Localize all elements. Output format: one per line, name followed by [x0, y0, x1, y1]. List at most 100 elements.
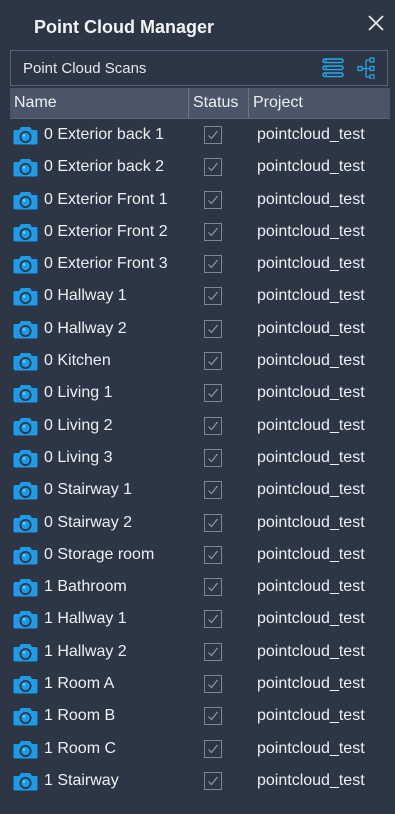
- checkbox-checked-icon[interactable]: [204, 578, 222, 597]
- camera-icon: [13, 706, 38, 726]
- scan-project: pointcloud_test: [257, 287, 365, 305]
- scan-name: 0 Exterior Front 2: [44, 222, 168, 240]
- column-header-name[interactable]: Name: [10, 88, 188, 118]
- table-row[interactable]: 1 Room B pointcloud_test: [10, 700, 390, 732]
- checkbox-checked-icon[interactable]: [204, 675, 222, 694]
- checkbox-checked-icon[interactable]: [204, 416, 222, 435]
- scan-name: 0 Living 1: [44, 384, 113, 402]
- scan-name: 0 Exterior Front 1: [44, 190, 168, 208]
- camera-icon: [13, 771, 38, 791]
- table-row[interactable]: 0 Kitchen pointcloud_test: [10, 345, 390, 377]
- scan-name: 0 Exterior back 2: [44, 158, 165, 176]
- scan-project: pointcloud_test: [257, 642, 365, 660]
- scan-name: 0 Living 2: [44, 416, 113, 434]
- camera-icon: [13, 448, 38, 468]
- scan-project: pointcloud_test: [257, 352, 365, 370]
- table-row[interactable]: 1 Room C pointcloud_test: [10, 733, 390, 765]
- scan-project: pointcloud_test: [257, 707, 365, 725]
- scan-project: pointcloud_test: [257, 255, 365, 273]
- table-header: Name Status Project: [10, 88, 390, 119]
- checkbox-checked-icon[interactable]: [204, 352, 222, 371]
- table-row[interactable]: 0 Exterior back 2 pointcloud_test: [10, 151, 390, 183]
- checkbox-checked-icon[interactable]: [204, 319, 222, 338]
- checkbox-checked-icon[interactable]: [204, 448, 222, 467]
- scan-project: pointcloud_test: [257, 416, 365, 434]
- table-row[interactable]: 0 Living 1 pointcloud_test: [10, 377, 390, 409]
- checkbox-checked-icon[interactable]: [204, 287, 222, 306]
- table-row[interactable]: 1 Room A pointcloud_test: [10, 668, 390, 700]
- column-header-project[interactable]: Project: [248, 88, 390, 118]
- table-row[interactable]: 0 Stairway 1 pointcloud_test: [10, 474, 390, 506]
- checkbox-checked-icon[interactable]: [204, 222, 222, 241]
- scan-name: 1 Bathroom: [44, 578, 127, 596]
- scan-name: 0 Storage room: [44, 545, 155, 563]
- checkbox-checked-icon[interactable]: [204, 642, 222, 661]
- checkbox-checked-icon[interactable]: [204, 384, 222, 403]
- camera-icon: [13, 157, 38, 177]
- table-row[interactable]: 0 Stairway 2 pointcloud_test: [10, 507, 390, 539]
- table-row[interactable]: 0 Exterior Front 3 pointcloud_test: [10, 248, 390, 280]
- camera-icon: [13, 190, 38, 210]
- scan-project: pointcloud_test: [257, 448, 365, 466]
- checkbox-checked-icon[interactable]: [204, 126, 222, 144]
- scan-project: pointcloud_test: [257, 513, 365, 531]
- scan-type-selector[interactable]: Point Cloud Scans: [10, 50, 388, 86]
- camera-icon: [13, 319, 38, 339]
- list-view-icon[interactable]: [322, 57, 344, 79]
- scan-name: 1 Room C: [44, 739, 117, 757]
- checkbox-checked-icon[interactable]: [204, 481, 222, 500]
- checkbox-checked-icon[interactable]: [204, 513, 222, 532]
- camera-icon: [13, 383, 38, 403]
- table-body: 0 Exterior back 1 pointcloud_test 0 Exteri…: [10, 119, 390, 797]
- checkbox-checked-icon[interactable]: [204, 545, 222, 564]
- checkbox-checked-icon[interactable]: [204, 771, 222, 790]
- table-row[interactable]: 0 Living 3 pointcloud_test: [10, 442, 390, 474]
- close-icon[interactable]: [365, 12, 387, 34]
- scan-name: 1 Hallway 2: [44, 642, 127, 660]
- scan-name: 0 Exterior back 1: [44, 126, 165, 143]
- table-row[interactable]: 1 Bathroom pointcloud_test: [10, 571, 390, 603]
- scan-project: pointcloud_test: [257, 222, 365, 240]
- table-row[interactable]: 0 Hallway 1 pointcloud_test: [10, 280, 390, 312]
- scan-project: pointcloud_test: [257, 578, 365, 596]
- checkbox-checked-icon[interactable]: [204, 707, 222, 726]
- tree-view-icon[interactable]: [357, 57, 379, 80]
- checkbox-checked-icon[interactable]: [204, 739, 222, 758]
- scan-type-label: Point Cloud Scans: [23, 60, 147, 77]
- scan-project: pointcloud_test: [257, 739, 365, 757]
- scan-name: 0 Hallway 2: [44, 319, 127, 337]
- checkbox-checked-icon[interactable]: [204, 190, 222, 209]
- camera-icon: [13, 125, 38, 145]
- camera-icon: [13, 577, 38, 597]
- scan-name: 1 Hallway 1: [44, 610, 127, 628]
- camera-icon: [13, 480, 38, 500]
- table-row[interactable]: 0 Storage room pointcloud_test: [10, 539, 390, 571]
- scan-project: pointcloud_test: [257, 190, 365, 208]
- scan-name: 0 Hallway 1: [44, 287, 127, 305]
- checkbox-checked-icon[interactable]: [204, 610, 222, 629]
- scan-name: 1 Room B: [44, 707, 116, 725]
- table-row[interactable]: 1 Hallway 2 pointcloud_test: [10, 636, 390, 668]
- scan-name: 0 Stairway 1: [44, 481, 133, 499]
- table-row[interactable]: 1 Hallway 1 pointcloud_test: [10, 603, 390, 635]
- scan-project: pointcloud_test: [257, 481, 365, 499]
- scan-project: pointcloud_test: [257, 610, 365, 628]
- camera-icon: [13, 286, 38, 306]
- camera-icon: [13, 609, 38, 629]
- table-row[interactable]: 0 Hallway 2 pointcloud_test: [10, 313, 390, 345]
- scan-table: Name Status Project 0 Exterior back 1 poi…: [10, 88, 390, 808]
- point-cloud-manager-panel: Point Cloud Manager Point Cloud Scans Na…: [0, 0, 395, 814]
- table-row[interactable]: 0 Exterior back 1 pointcloud_test: [10, 119, 390, 151]
- table-row[interactable]: 0 Exterior Front 1 pointcloud_test: [10, 184, 390, 216]
- panel-title: Point Cloud Manager: [34, 17, 214, 37]
- table-row[interactable]: 1 Stairway pointcloud_test: [10, 765, 390, 797]
- scan-project: pointcloud_test: [257, 319, 365, 337]
- scan-name: 0 Stairway 2: [44, 513, 133, 531]
- camera-icon: [13, 642, 38, 662]
- checkbox-checked-icon[interactable]: [204, 158, 222, 177]
- table-row[interactable]: 0 Living 2 pointcloud_test: [10, 410, 390, 442]
- column-header-status[interactable]: Status: [188, 88, 248, 118]
- scan-project: pointcloud_test: [257, 545, 365, 563]
- table-row[interactable]: 0 Exterior Front 2 pointcloud_test: [10, 216, 390, 248]
- checkbox-checked-icon[interactable]: [204, 255, 222, 274]
